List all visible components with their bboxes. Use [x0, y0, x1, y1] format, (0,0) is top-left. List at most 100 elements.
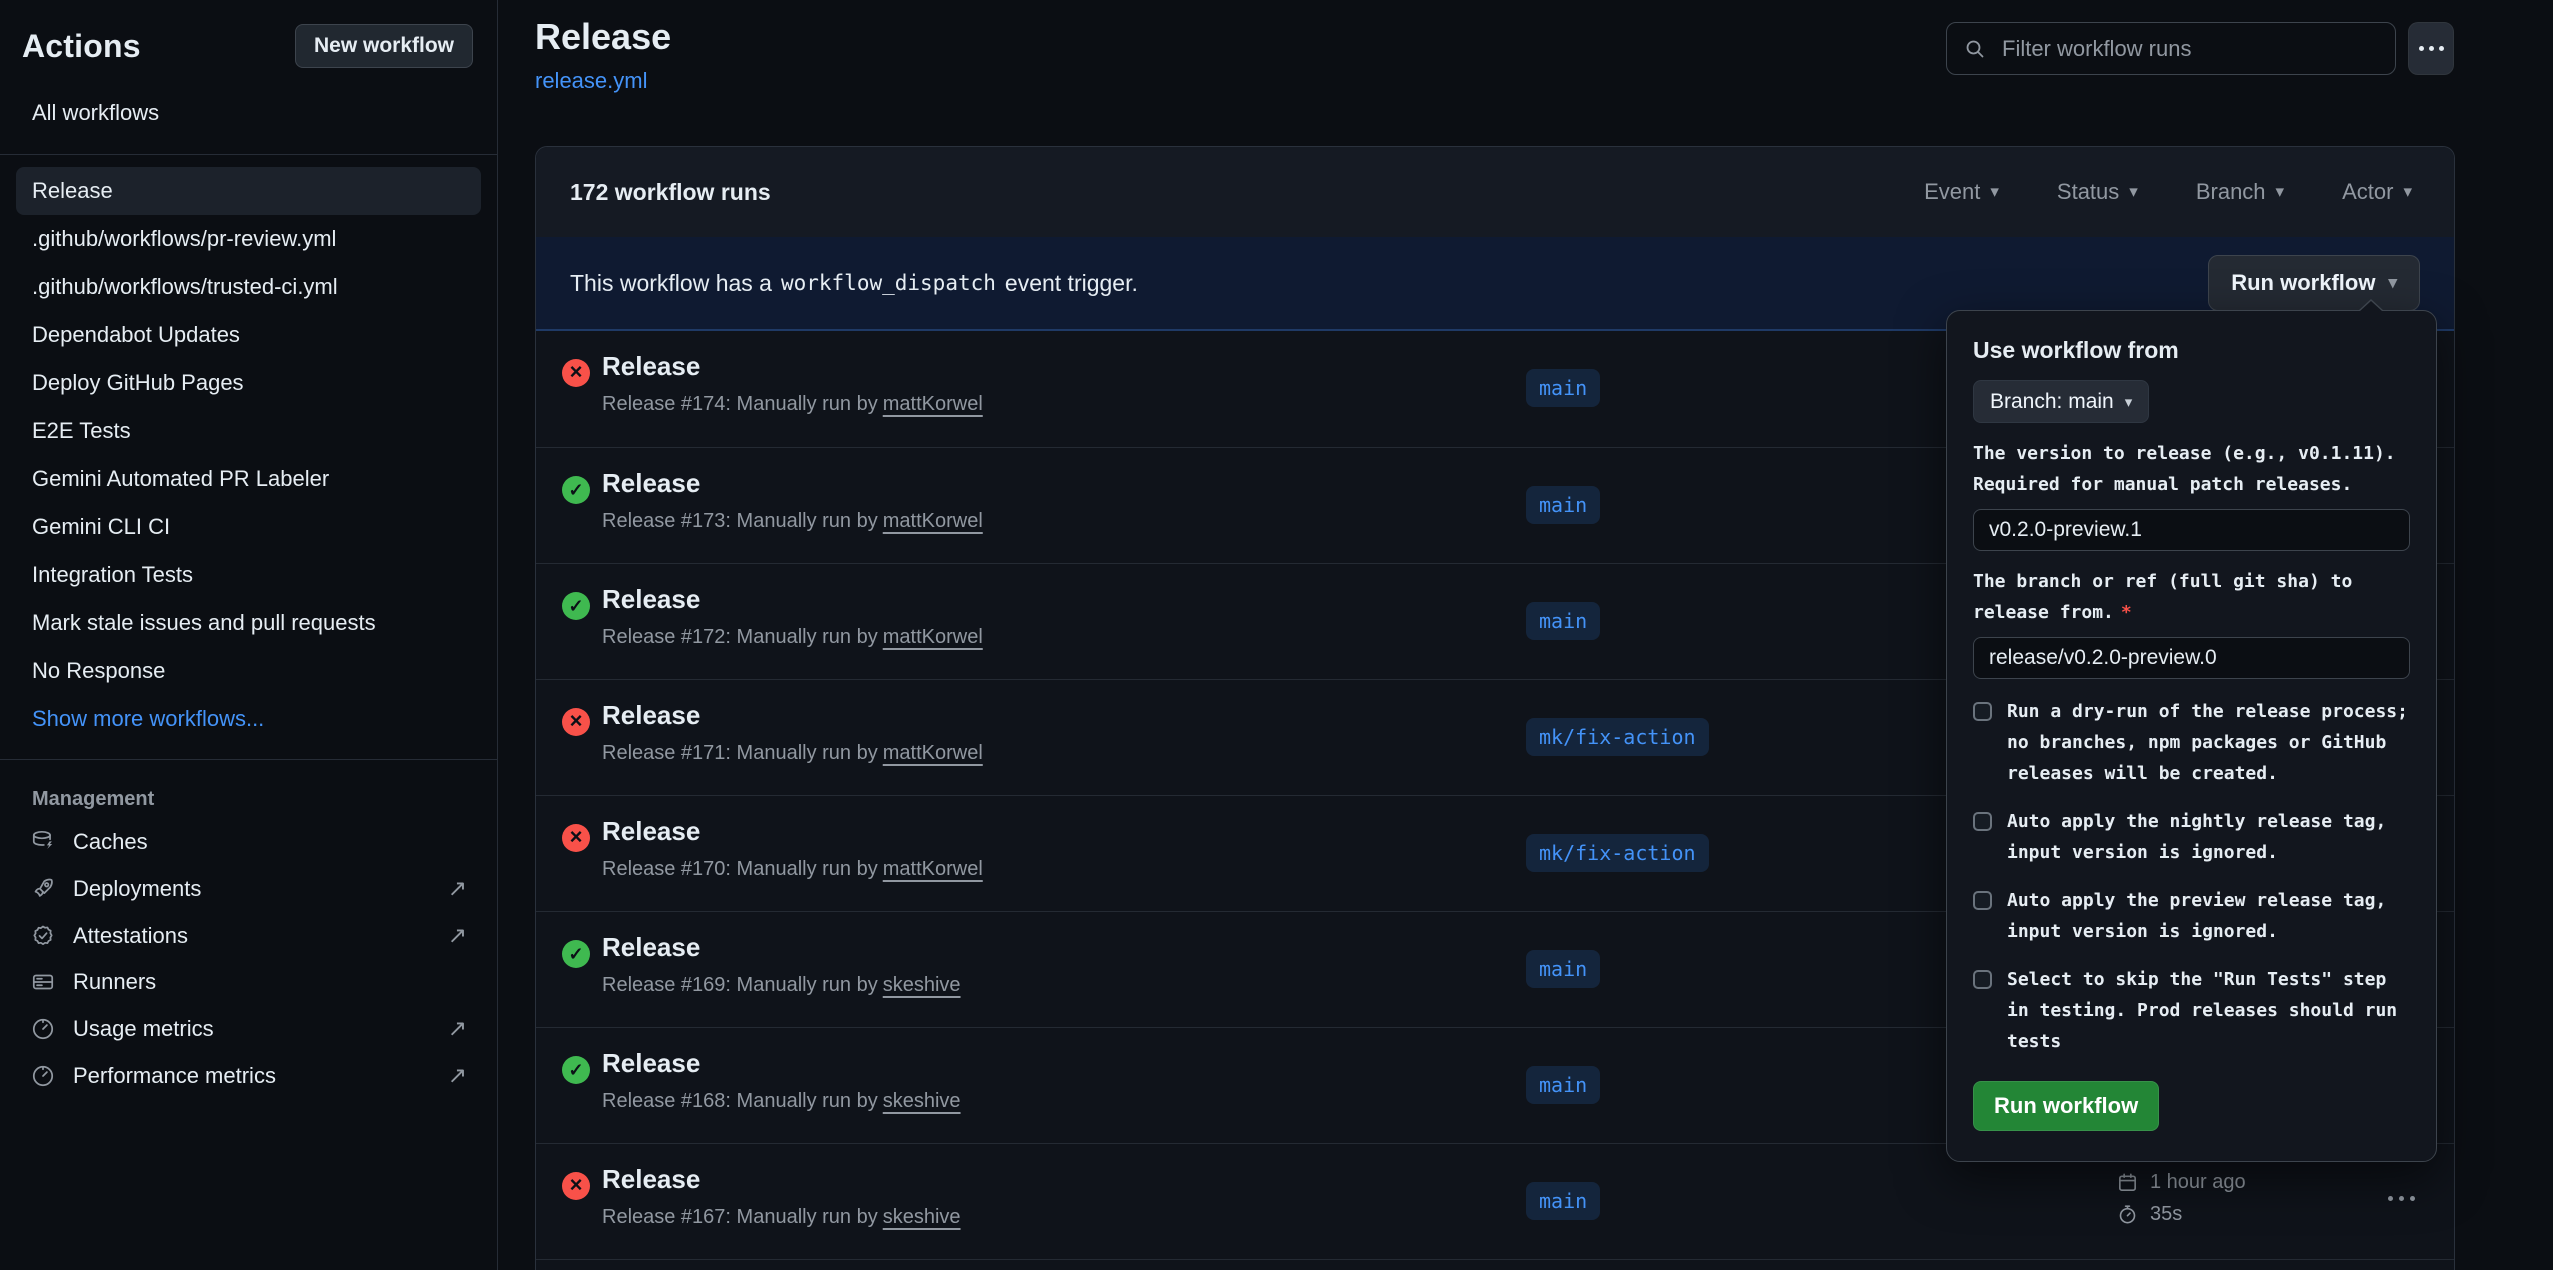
calendar-icon [2116, 1171, 2139, 1194]
status-failure-icon [562, 359, 590, 387]
filter-workflow-runs-input[interactable] [1946, 22, 2396, 75]
version-input[interactable] [1973, 509, 2410, 551]
sidebar-item-all-workflows[interactable]: All workflows [16, 88, 481, 138]
filter-event-dropdown[interactable]: Event ▾ [1924, 179, 1999, 205]
run-workflow-submit-button[interactable]: Run workflow [1973, 1081, 2159, 1131]
status-failure-icon [562, 824, 590, 852]
run-duration: 35s [2150, 1203, 2182, 1226]
run-kebab-button[interactable] [2388, 1196, 2415, 1201]
stopwatch-icon [2116, 1203, 2139, 1226]
actor-link[interactable]: mattKorwel [883, 742, 983, 764]
branch-badge[interactable]: main [1526, 1182, 1600, 1220]
chevron-down-icon: ▾ [2129, 182, 2138, 202]
actor-link[interactable]: skeshive [883, 1206, 961, 1228]
actions-sidebar: Actions New workflow All workflows Relea… [0, 0, 498, 1270]
sidebar-item-attestations[interactable]: Attestations ↗ [0, 912, 497, 959]
sidebar-item-gemini-cli-ci[interactable]: Gemini CLI CI [16, 503, 481, 551]
sidebar-item-pr-review[interactable]: .github/workflows/pr-review.yml [16, 215, 481, 263]
sidebar-item-e2e-tests[interactable]: E2E Tests [16, 407, 481, 455]
run-title-link[interactable]: Release [602, 1164, 700, 1195]
chevron-down-icon: ▾ [2276, 182, 2285, 202]
chevron-down-icon: ▾ [2388, 273, 2397, 293]
sidebar-item-deploy-github-pages[interactable]: Deploy GitHub Pages [16, 359, 481, 407]
kebab-icon [2419, 46, 2424, 51]
workflow-title: Release [535, 16, 671, 58]
search-input[interactable] [2000, 35, 2379, 63]
sidebar-item-mark-stale[interactable]: Mark stale issues and pull requests [16, 599, 481, 647]
actor-link[interactable]: mattKorwel [883, 858, 983, 880]
status-failure-icon [562, 708, 590, 736]
run-title-link[interactable]: Release [602, 816, 700, 847]
actor-link[interactable]: mattKorwel [883, 510, 983, 532]
run-workflow-popover: Use workflow from Branch: main ▾ The ver… [1946, 310, 2437, 1162]
workflow-options-kebab-button[interactable] [2408, 22, 2454, 75]
run-workflow-dropdown-button[interactable]: Run workflow ▾ [2208, 255, 2420, 311]
page-title: Actions [22, 28, 141, 65]
branch-badge[interactable]: mk/fix-action [1526, 718, 1709, 756]
show-more-workflows-link[interactable]: Show more workflows... [16, 695, 481, 743]
sidebar-item-no-response[interactable]: No Response [16, 647, 481, 695]
sidebar-item-performance-metrics[interactable]: Performance metrics ↗ [0, 1052, 497, 1099]
actor-link[interactable]: skeshive [883, 1090, 961, 1112]
management-heading: Management [0, 772, 497, 819]
checkbox-unchecked-icon[interactable] [1973, 812, 1992, 831]
filter-actor-dropdown[interactable]: Actor ▾ [2342, 179, 2412, 205]
branch-badge[interactable]: mk/fix-action [1526, 834, 1709, 872]
branch-badge[interactable]: main [1526, 486, 1600, 524]
search-icon [1963, 37, 1987, 61]
divider [0, 759, 497, 760]
dry-run-checkbox-row[interactable]: Run a dry-run of the release process; no… [1973, 696, 2410, 789]
server-icon [30, 969, 56, 995]
branch-badge[interactable]: main [1526, 950, 1600, 988]
sidebar-item-integration-tests[interactable]: Integration Tests [16, 551, 481, 599]
run-title-link[interactable]: Release [602, 1048, 700, 1079]
status-success-icon [562, 1056, 590, 1084]
sidebar-item-caches[interactable]: Caches [0, 819, 497, 865]
branch-badge[interactable]: main [1526, 602, 1600, 640]
rocket-icon [30, 876, 56, 902]
branch-selector-button[interactable]: Branch: main ▾ [1973, 380, 2149, 423]
sidebar-item-runners[interactable]: Runners [0, 959, 497, 1005]
preview-tag-checkbox-row[interactable]: Auto apply the preview release tag, inpu… [1973, 885, 2410, 947]
version-field-label: The version to release (e.g., v0.1.11). … [1973, 438, 2410, 500]
required-asterisk: * [2121, 602, 2132, 623]
sidebar-item-trusted-ci[interactable]: .github/workflows/trusted-ci.yml [16, 263, 481, 311]
checkbox-unchecked-icon[interactable] [1973, 702, 1992, 721]
kebab-icon [2388, 1196, 2393, 1201]
sidebar-item-release[interactable]: Release [16, 167, 481, 215]
skip-tests-checkbox-row[interactable]: Select to skip the "Run Tests" step in t… [1973, 964, 2410, 1057]
cache-icon [30, 829, 56, 855]
sidebar-item-deployments[interactable]: Deployments ↗ [0, 865, 497, 912]
sidebar-item-usage-metrics[interactable]: Usage metrics ↗ [0, 1005, 497, 1052]
checkbox-unchecked-icon[interactable] [1973, 970, 1992, 989]
sidebar-item-dependabot-updates[interactable]: Dependabot Updates [16, 311, 481, 359]
external-link-icon: ↗ [448, 875, 467, 902]
run-title-link[interactable]: Release [602, 351, 700, 382]
popover-caret [2358, 299, 2384, 311]
checkbox-unchecked-icon[interactable] [1973, 891, 1992, 910]
workflow-list: Release .github/workflows/pr-review.yml … [0, 167, 497, 743]
workflow-dispatch-code: workflow_dispatch [781, 271, 996, 295]
chevron-down-icon: ▾ [2125, 393, 2133, 411]
new-workflow-button[interactable]: New workflow [295, 24, 473, 68]
ref-input[interactable] [1973, 637, 2410, 679]
external-link-icon: ↗ [448, 1062, 467, 1089]
run-title-link[interactable]: Release [602, 932, 700, 963]
meter-icon [30, 1063, 56, 1089]
branch-badge[interactable]: main [1526, 369, 1600, 407]
actor-link[interactable]: skeshive [883, 974, 961, 996]
filter-status-dropdown[interactable]: Status ▾ [2057, 179, 2138, 205]
branch-badge[interactable]: main [1526, 1066, 1600, 1104]
run-title-link[interactable]: Release [602, 584, 700, 615]
actor-link[interactable]: mattKorwel [883, 393, 983, 415]
status-success-icon [562, 940, 590, 968]
nightly-tag-checkbox-row[interactable]: Auto apply the nightly release tag, inpu… [1973, 806, 2410, 868]
run-title-link[interactable]: Release [602, 468, 700, 499]
verified-icon [30, 923, 56, 949]
run-title-link[interactable]: Release [602, 700, 700, 731]
filter-branch-dropdown[interactable]: Branch ▾ [2196, 179, 2284, 205]
actor-link[interactable]: mattKorwel [883, 626, 983, 648]
workflow-file-link[interactable]: release.yml [535, 68, 647, 94]
sidebar-item-gemini-pr-labeler[interactable]: Gemini Automated PR Labeler [16, 455, 481, 503]
meter-icon [30, 1016, 56, 1042]
